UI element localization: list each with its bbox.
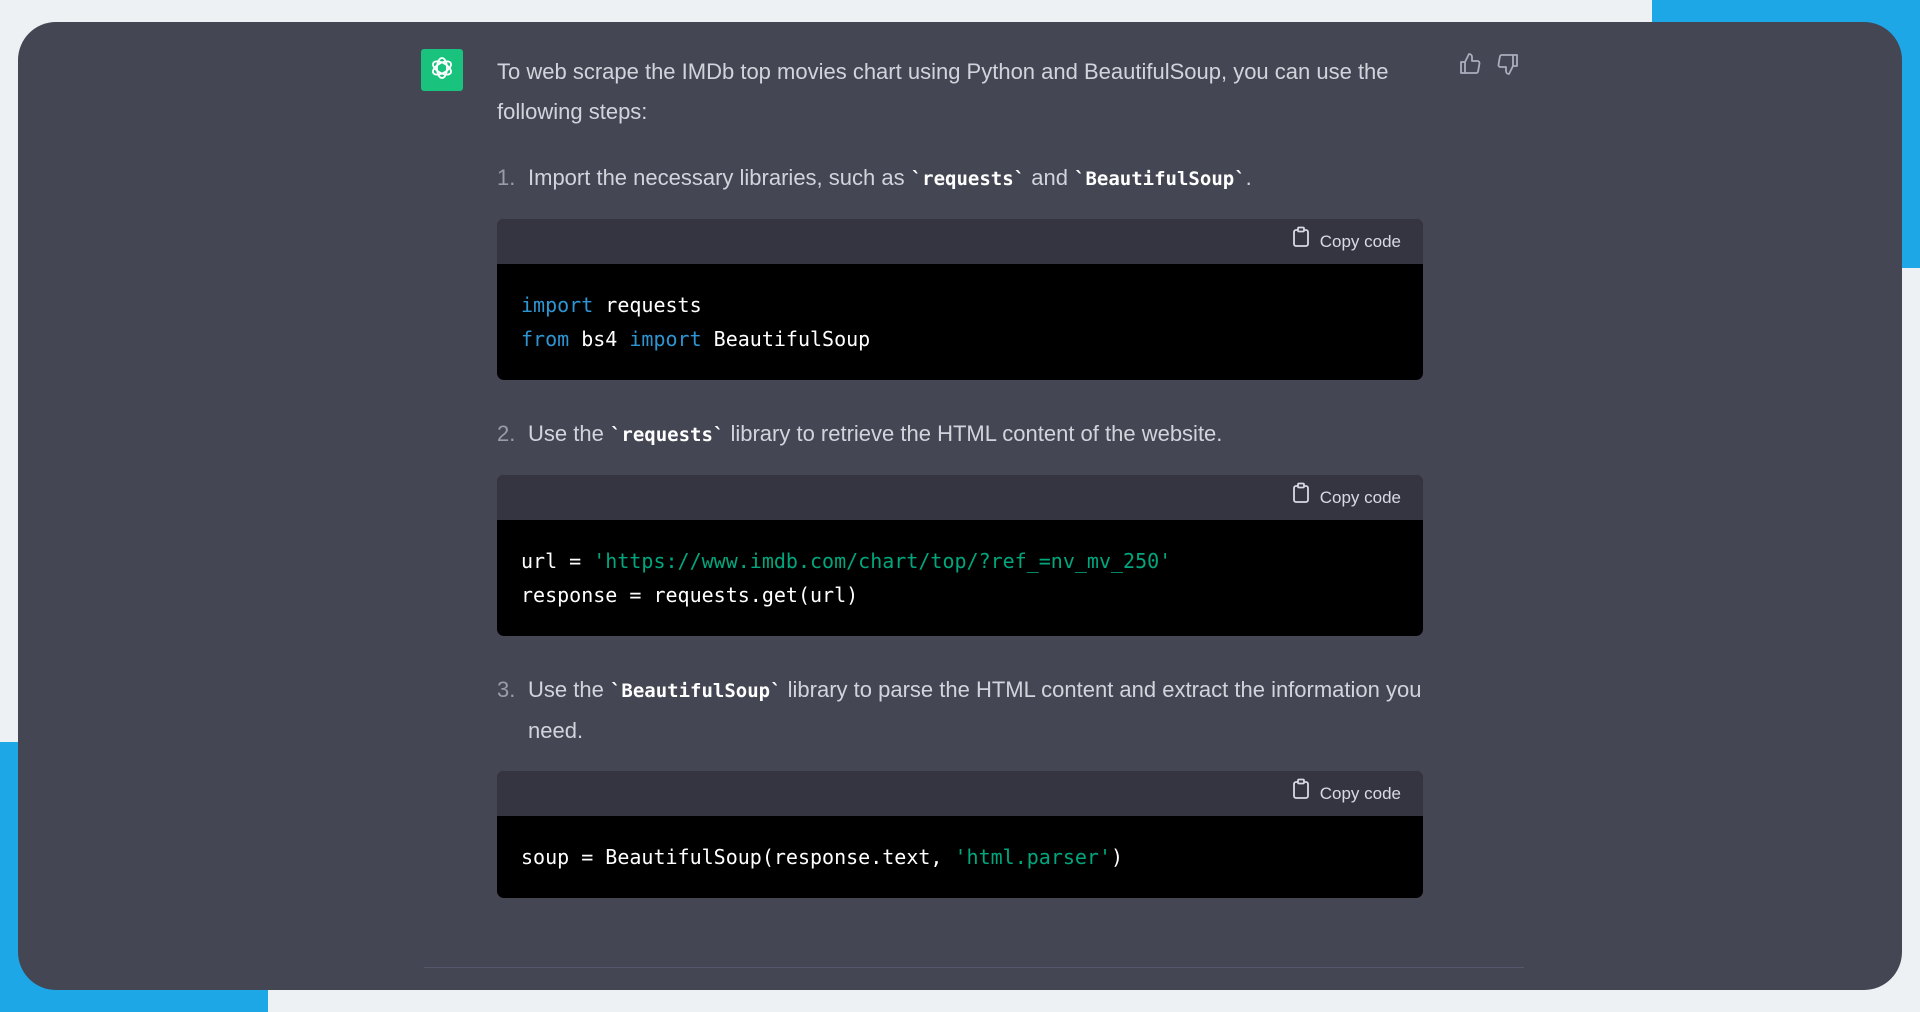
- step-number: 3.: [497, 677, 516, 702]
- message-divider: [424, 967, 1524, 968]
- step-2: 2. Use the `requests` library to retriev…: [497, 414, 1432, 455]
- step-1: 1. Import the necessary libraries, such …: [497, 158, 1432, 199]
- message-intro: To web scrape the IMDb top movies chart …: [497, 59, 1389, 124]
- code-header: Copy code: [497, 771, 1423, 816]
- assistant-avatar: [421, 49, 463, 91]
- code-block-3: Copy code soup = BeautifulSoup(response.…: [497, 771, 1423, 898]
- copy-code-label: Copy code: [1319, 783, 1401, 803]
- code-block-1: Copy code import requests from bs4 impor…: [497, 219, 1423, 380]
- assistant-message: To web scrape the IMDb top movies chart …: [497, 52, 1432, 898]
- step-text: Use the `requests` library to retrieve t…: [528, 421, 1223, 446]
- feedback-buttons: [1458, 52, 1520, 76]
- copy-code-button[interactable]: Copy code: [1292, 774, 1401, 814]
- inline-code: `requests`: [609, 424, 725, 446]
- thumbs-down-icon[interactable]: [1496, 52, 1520, 76]
- clipboard-icon: [1292, 222, 1310, 262]
- inline-code: `BeautifulSoup`: [1074, 168, 1246, 190]
- copy-code-label: Copy code: [1319, 487, 1401, 507]
- step-3: 3. Use the `BeautifulSoup` library to pa…: [497, 670, 1432, 751]
- code-header: Copy code: [497, 475, 1423, 520]
- code-block-2: Copy code url = 'https://www.imdb.com/ch…: [497, 475, 1423, 636]
- step-text: Import the necessary libraries, such as …: [528, 165, 1252, 190]
- clipboard-icon: [1292, 478, 1310, 518]
- chat-panel: To web scrape the IMDb top movies chart …: [18, 22, 1902, 990]
- clipboard-icon: [1292, 774, 1310, 814]
- copy-code-button[interactable]: Copy code: [1292, 222, 1401, 262]
- openai-logo-icon: [428, 54, 456, 87]
- step-number: 2.: [497, 421, 516, 446]
- code-content[interactable]: import requests from bs4 import Beautifu…: [497, 264, 1423, 380]
- inline-code: `BeautifulSoup`: [609, 680, 782, 702]
- thumbs-up-icon[interactable]: [1458, 52, 1482, 76]
- code-content[interactable]: soup = BeautifulSoup(response.text, 'htm…: [497, 816, 1423, 898]
- code-header: Copy code: [497, 219, 1423, 264]
- copy-code-button[interactable]: Copy code: [1292, 478, 1401, 518]
- step-number: 1.: [497, 165, 516, 190]
- inline-code: `requests`: [910, 168, 1026, 190]
- step-text: Use the `BeautifulSoup` library to parse…: [528, 677, 1422, 743]
- copy-code-label: Copy code: [1319, 231, 1401, 251]
- code-content[interactable]: url = 'https://www.imdb.com/chart/top/?r…: [497, 520, 1423, 636]
